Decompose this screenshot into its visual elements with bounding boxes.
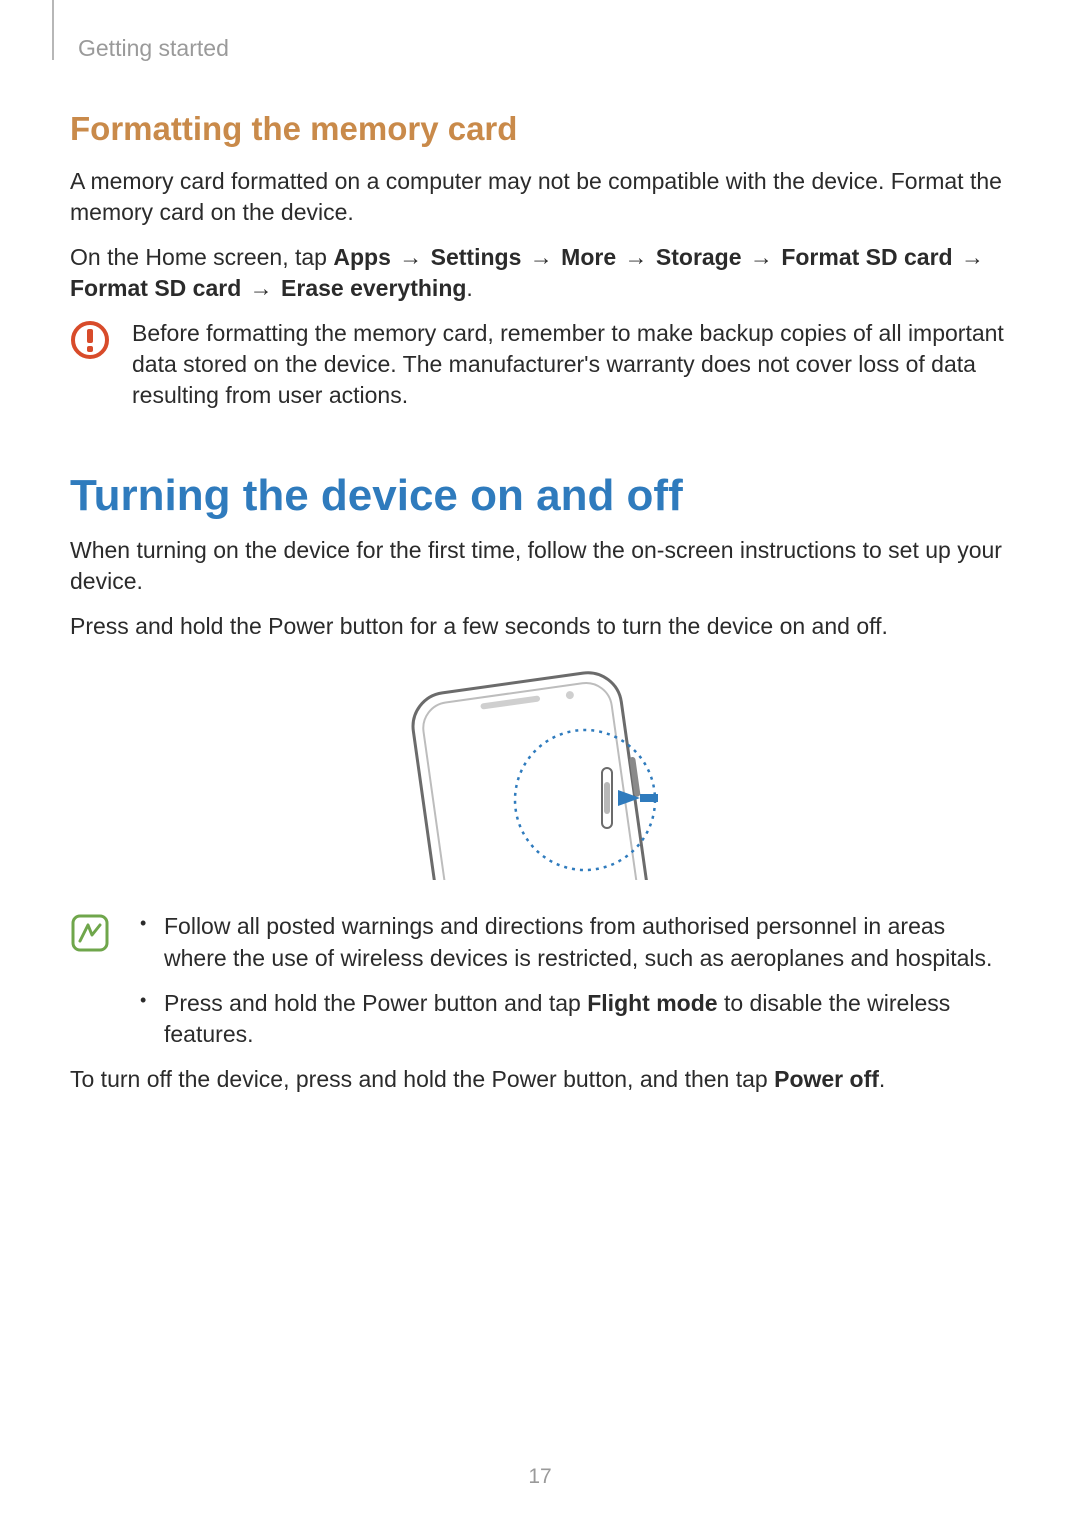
paragraph-path: On the Home screen, tap Apps → Settings … (70, 242, 1010, 304)
paragraph: To turn off the device, press and hold t… (70, 1064, 1010, 1095)
warning-callout: Before formatting the memory card, remem… (70, 318, 1010, 411)
device-power-figure (70, 660, 1010, 885)
arrow-icon: → (623, 244, 650, 270)
note-list: Follow all posted warnings and direction… (132, 911, 1010, 1063)
path-step: Format SD card (70, 275, 241, 301)
running-header: Getting started (78, 35, 1010, 62)
path-step: Settings (431, 244, 522, 270)
list-item: Follow all posted warnings and direction… (132, 911, 1010, 973)
paragraph: A memory card formatted on a computer ma… (70, 166, 1010, 228)
paragraph: Press and hold the Power button for a fe… (70, 611, 1010, 642)
arrow-icon: → (397, 244, 424, 270)
paragraph: When turning on the device for the first… (70, 535, 1010, 597)
caution-icon (70, 320, 110, 360)
arrow-icon: → (248, 275, 275, 301)
list-item: Press and hold the Power button and tap … (132, 988, 1010, 1050)
note-icon (70, 913, 110, 953)
page-content: Getting started Formatting the memory ca… (0, 0, 1080, 1095)
path-step: Format SD card (781, 244, 952, 270)
path-step: Apps (333, 244, 391, 270)
ui-label: Flight mode (587, 990, 717, 1016)
text: To turn off the device, press and hold t… (70, 1066, 774, 1092)
arrow-icon: → (959, 244, 986, 270)
subheading-formatting: Formatting the memory card (70, 110, 1010, 148)
header-rule (52, 0, 54, 60)
text: On the Home screen, tap (70, 244, 333, 270)
heading-turning-device: Turning the device on and off (70, 471, 1010, 521)
page-number: 17 (0, 1465, 1080, 1489)
arrow-icon: → (748, 244, 775, 270)
path-step: Erase everything (281, 275, 466, 301)
note-callout: Follow all posted warnings and direction… (70, 911, 1010, 1063)
path-step: Storage (656, 244, 742, 270)
path-step: More (561, 244, 616, 270)
text: . (879, 1066, 885, 1092)
arrow-icon: → (528, 244, 555, 270)
ui-label: Power off (774, 1066, 879, 1092)
text: Press and hold the Power button and tap (164, 990, 587, 1016)
warning-text: Before formatting the memory card, remem… (132, 318, 1010, 411)
